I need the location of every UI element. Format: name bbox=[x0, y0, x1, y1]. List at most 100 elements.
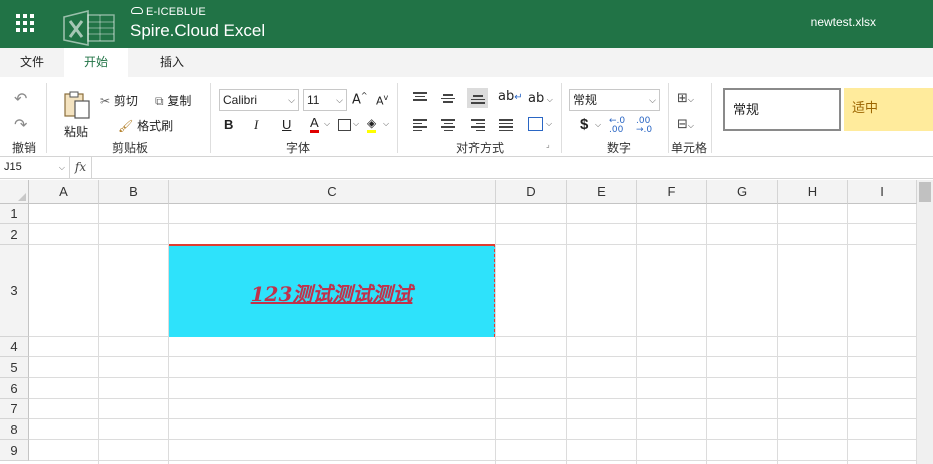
vertical-scrollbar[interactable] bbox=[917, 180, 933, 464]
underline-button[interactable]: U bbox=[282, 117, 291, 132]
increase-font-icon[interactable]: A^ bbox=[352, 91, 368, 107]
tab-insert[interactable]: 插入 bbox=[140, 48, 204, 77]
cells-group-label: 单元格 bbox=[670, 141, 707, 155]
cut-button[interactable]: ✂ 剪切 bbox=[100, 92, 138, 109]
font-color-button[interactable]: A bbox=[310, 116, 319, 133]
column-header-h[interactable]: H bbox=[778, 180, 848, 204]
align-middle-icon[interactable] bbox=[441, 94, 455, 106]
chevron-down-icon[interactable]: ⌵ bbox=[324, 119, 330, 129]
select-all-corner[interactable] bbox=[0, 180, 29, 204]
gridline bbox=[706, 204, 707, 464]
tab-file[interactable]: 文件 bbox=[0, 48, 64, 77]
chevron-down-icon[interactable]: ⌵ bbox=[546, 119, 552, 129]
fill-color-icon[interactable]: ◈ bbox=[367, 116, 377, 133]
column-header-b[interactable]: B bbox=[99, 180, 169, 204]
cell-c3[interactable]: 123测试测试测试 bbox=[169, 244, 495, 337]
chevron-down-icon: ⌵ bbox=[288, 95, 295, 105]
spreadsheet-grid[interactable]: A B C D E F G H I 1 2 3 4 5 6 7 8 9 123测… bbox=[0, 180, 933, 464]
column-header-i[interactable]: I bbox=[848, 180, 917, 204]
gridline bbox=[29, 439, 917, 440]
row-header-4[interactable]: 4 bbox=[0, 337, 29, 357]
chevron-down-icon: ⌵ bbox=[544, 95, 553, 104]
copy-button[interactable]: ⧉ 复制 bbox=[155, 92, 191, 109]
gridline bbox=[566, 204, 567, 464]
row-header-8[interactable]: 8 bbox=[0, 419, 29, 440]
gridline bbox=[847, 204, 848, 464]
scrollbar-thumb[interactable] bbox=[919, 182, 931, 202]
column-header-a[interactable]: A bbox=[29, 180, 99, 204]
gridline bbox=[777, 204, 778, 464]
formula-input[interactable] bbox=[93, 157, 933, 178]
italic-button[interactable]: I bbox=[254, 117, 258, 133]
decrease-decimal-icon[interactable]: .00 →.0 bbox=[636, 117, 652, 135]
copy-icon: ⧉ bbox=[155, 94, 164, 108]
column-header-d[interactable]: D bbox=[496, 180, 567, 204]
style-neutral[interactable]: 适中 bbox=[844, 88, 933, 131]
redo-icon[interactable]: ↷ bbox=[14, 115, 27, 134]
align-top-icon[interactable] bbox=[413, 92, 427, 104]
chevron-down-icon[interactable]: ⌵ bbox=[353, 119, 359, 129]
column-header-e[interactable]: E bbox=[567, 180, 637, 204]
increase-decimal-icon[interactable]: ←.0.00 bbox=[609, 117, 625, 135]
style-normal[interactable]: 常规 bbox=[723, 88, 841, 131]
row-header-5[interactable]: 5 bbox=[0, 357, 29, 378]
borders-icon[interactable] bbox=[338, 119, 351, 131]
cloud-icon bbox=[131, 7, 143, 14]
column-header-c[interactable]: C bbox=[169, 180, 496, 204]
app-launcher-icon[interactable] bbox=[16, 14, 34, 32]
font-size-select[interactable]: 11 ⌵ bbox=[303, 89, 347, 111]
dialog-launcher-icon[interactable]: ⌟ bbox=[546, 140, 550, 149]
chevron-down-icon: ⌵ bbox=[649, 95, 656, 105]
clipboard-group-label: 剪贴板 bbox=[111, 141, 148, 155]
align-right-icon[interactable] bbox=[471, 119, 485, 131]
merge-cells-icon[interactable] bbox=[528, 117, 543, 131]
delete-cells-icon[interactable]: ⊟⌵ bbox=[677, 117, 694, 132]
number-format-select[interactable]: 常规 ⌵ bbox=[569, 89, 660, 111]
row-header-1[interactable]: 1 bbox=[0, 204, 29, 224]
row-header-7[interactable]: 7 bbox=[0, 399, 29, 419]
decrease-font-icon[interactable]: Av bbox=[376, 93, 388, 108]
insert-function-icon[interactable]: fx bbox=[70, 157, 92, 178]
paste-button[interactable]: 粘贴 bbox=[64, 123, 88, 140]
row-header-6[interactable]: 6 bbox=[0, 378, 29, 399]
scissors-icon: ✂ bbox=[100, 94, 111, 108]
row-header-9[interactable]: 9 bbox=[0, 440, 29, 461]
gridline bbox=[98, 204, 99, 464]
gridline bbox=[29, 418, 917, 419]
ribbon: ↶ ↷ 撤销 粘贴 ✂ 剪切 ⧉ 复制 🖌 格式刷 剪贴板 Calibri ⌵ 1… bbox=[0, 77, 933, 157]
formula-bar: J15 ⌵ fx bbox=[0, 157, 933, 179]
chevron-down-icon[interactable]: ⌵ bbox=[383, 119, 389, 129]
align-left-icon[interactable] bbox=[413, 119, 427, 131]
bold-button[interactable]: B bbox=[224, 117, 233, 132]
paste-icon[interactable] bbox=[62, 90, 92, 120]
align-center-icon[interactable] bbox=[441, 119, 455, 131]
currency-button[interactable]: $ bbox=[580, 116, 588, 133]
format-painter-button[interactable]: 🖌 格式刷 bbox=[118, 117, 173, 134]
align-bottom-icon[interactable] bbox=[471, 95, 485, 107]
font-family-select[interactable]: Calibri ⌵ bbox=[219, 89, 299, 111]
wrap-text-button[interactable]: ab↵ bbox=[498, 89, 523, 104]
undo-icon[interactable]: ↶ bbox=[14, 89, 27, 108]
file-name: newtest.xlsx bbox=[810, 15, 876, 29]
column-header-f[interactable]: F bbox=[637, 180, 707, 204]
chevron-down-icon: ⌵ bbox=[336, 95, 343, 105]
name-box[interactable]: J15 ⌵ bbox=[0, 157, 70, 178]
chevron-down-icon[interactable]: ⌵ bbox=[595, 120, 601, 130]
tab-home[interactable]: 开始 bbox=[64, 48, 128, 77]
justify-icon[interactable] bbox=[499, 119, 513, 131]
gridline bbox=[29, 356, 917, 357]
gridline bbox=[29, 377, 917, 378]
orientation-button[interactable]: ab ⌵ bbox=[528, 91, 553, 106]
insert-cells-icon[interactable]: ⊞⌵ bbox=[677, 91, 694, 106]
undo-group-label: 撤销 bbox=[11, 141, 36, 155]
row-header-2[interactable]: 2 bbox=[0, 224, 29, 245]
font-group-label: 字体 bbox=[285, 141, 310, 155]
brush-icon: 🖌 bbox=[118, 119, 134, 133]
cell-c3-value: 123测试测试测试 bbox=[250, 282, 413, 306]
gridline bbox=[29, 398, 917, 399]
column-header-g[interactable]: G bbox=[707, 180, 778, 204]
group-divider bbox=[711, 83, 712, 153]
group-divider bbox=[46, 83, 47, 153]
row-header-3[interactable]: 3 bbox=[0, 245, 29, 337]
gridline bbox=[636, 204, 637, 464]
